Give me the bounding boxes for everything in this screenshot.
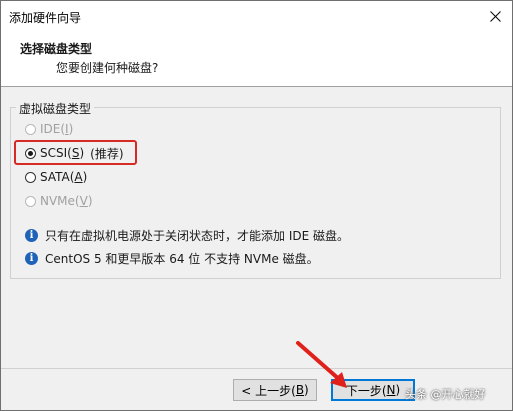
radio-sata-label: SATA(A) (40, 170, 88, 184)
radio-nvme[interactable]: NVMe(V) (25, 192, 93, 210)
add-hardware-wizard-window: 添加硬件向导 选择磁盘类型 您要创建何种磁盘? 虚拟磁盘类型 IDE(I) SC… (0, 0, 513, 411)
groupbox-label: 虚拟磁盘类型 (16, 100, 95, 117)
info-message-ide: i 只有在虚拟机电源处于关闭状态时，才能添加 IDE 磁盘。 (25, 226, 349, 244)
page-subtitle: 您要创建何种磁盘? (56, 61, 159, 75)
back-button[interactable]: < 上一步(B) (233, 379, 317, 401)
wizard-header: 选择磁盘类型 您要创建何种磁盘? (1, 32, 512, 87)
watermark-text: 头条 @开心就好 (405, 388, 486, 401)
title-bar: 添加硬件向导 (1, 1, 512, 32)
info-text: 只有在虚拟机电源处于关闭状态时，才能添加 IDE 磁盘。 (45, 228, 349, 243)
radio-sata[interactable]: SATA(A) (25, 168, 87, 186)
radio-nvme-label: NVMe(V) (40, 194, 93, 208)
radio-button-icon (25, 171, 36, 183)
radio-ide-label: IDE(I) (40, 122, 74, 136)
close-button[interactable] (478, 1, 512, 32)
page-title: 选择磁盘类型 (20, 42, 93, 56)
window-title: 添加硬件向导 (9, 11, 82, 25)
next-button[interactable]: 下一步(N) (331, 379, 415, 401)
radio-button-icon (25, 123, 36, 135)
info-icon: i (25, 251, 38, 265)
scsi-highlight-annotation (14, 140, 137, 165)
radio-ide[interactable]: IDE(I) (25, 120, 73, 138)
radio-button-icon (25, 195, 36, 207)
info-text: CentOS 5 和更早版本 64 位 不支持 NVMe 磁盘。 (45, 251, 319, 266)
info-icon: i (25, 228, 38, 242)
info-message-nvme: i CentOS 5 和更早版本 64 位 不支持 NVMe 磁盘。 (25, 249, 319, 267)
footer-divider (1, 368, 512, 369)
close-icon (489, 11, 501, 22)
